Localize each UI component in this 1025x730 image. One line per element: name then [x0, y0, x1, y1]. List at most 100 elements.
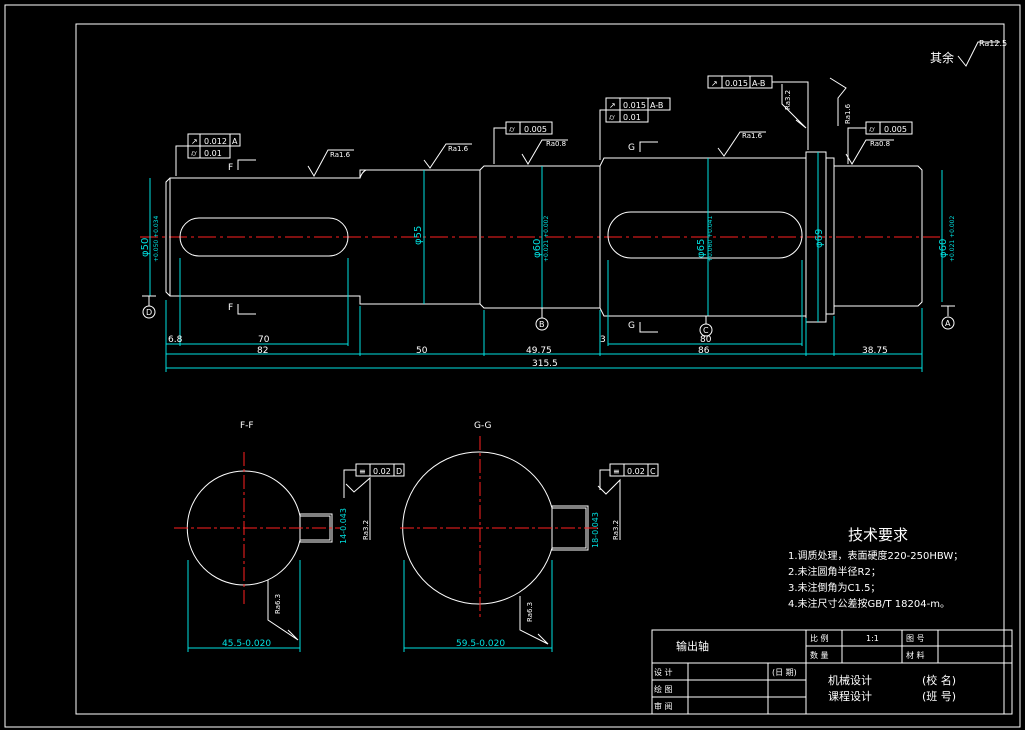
title-block: 输出轴 比 例 1:1 图 号 数 量 材 料 设 计 (日 期) 绘 图 审 … [651, 629, 1013, 715]
other-roughness-label: 其余 [930, 50, 954, 65]
draw-label: 绘 图 [654, 684, 673, 694]
dim-d69: φ69 [814, 229, 825, 248]
fcf-leader [599, 469, 610, 490]
cut-f-bottom: F [228, 303, 233, 313]
runout-icon: ↗ [191, 137, 198, 146]
ra-4: Ra1.6 [742, 132, 763, 140]
fcf5-l1: 0.005 [884, 125, 907, 134]
dim-l-4975: 49.75 [526, 346, 552, 356]
cad-viewport[interactable]: 其余 Ra12.5 φ50 +0.050 +0.034 φ55 φ60 +0.0… [0, 0, 1025, 730]
school-name: (校 名) [922, 673, 956, 687]
dim-l-3875: 38.75 [862, 346, 888, 356]
section-f-title: F-F [240, 421, 254, 431]
section-g-rough: Ra3.2 [612, 520, 620, 540]
section-g-g: G-G 18-0.043 59.5-0.020 ≡ 0.02 C Ra3.2 R… [400, 421, 659, 652]
scale-label: 比 例 [810, 633, 829, 643]
dim-d60r-tol: +0.021 +0.002 [949, 216, 956, 262]
ra-7: Ra0.8 [870, 140, 890, 148]
outer-border [4, 4, 1021, 728]
ra-5: Ra3.2 [784, 90, 792, 110]
tech-item-3: 3.未注倒角为C1.5； [788, 581, 880, 594]
fcf-leader [175, 145, 188, 176]
design-label: 设 计 [654, 667, 673, 677]
dim-l-82: 82 [257, 346, 268, 356]
fcf-leader [493, 127, 506, 164]
tech-item-1: 1.调质处理，表面硬度220-250HBW； [788, 549, 963, 562]
runout-icon-2: ↗ [609, 101, 616, 110]
section-f-rough2: Ra6.3 [274, 594, 282, 614]
cut-arrow [237, 159, 256, 170]
length-dimensions: 6.8 70 82 50 49.75 3 80 86 38.75 315.5 [165, 258, 923, 372]
fcf3-l1-ref: A-B [650, 101, 663, 110]
datum-d: D [146, 308, 152, 317]
quantity-label: 数 量 [810, 650, 829, 660]
section-g-datum: C [650, 467, 656, 476]
fcf2-l1: 0.005 [524, 125, 547, 134]
date-label: (日 期) [772, 668, 797, 677]
tech-title: 技术要求 [848, 526, 908, 544]
fcf1-l1-ref: A [232, 137, 238, 146]
cylindricity-icon-4: ⌭ [869, 125, 875, 134]
ra-1: Ra1.6 [330, 151, 351, 159]
cut-g-bottom: G [628, 321, 635, 331]
course-line1: 机械设计 [828, 673, 872, 687]
cylindricity-icon-3: ⌭ [609, 113, 615, 122]
section-f-keyway-dim: 14-0.043 [339, 508, 348, 544]
tech-requirements: 技术要求 1.调质处理，表面硬度220-250HBW； 2.未注圆角半径R2； … [788, 526, 963, 610]
class-name: (班 号) [922, 690, 956, 703]
dim-l-3: 3 [600, 335, 606, 345]
dim-d60r: φ60 [938, 239, 949, 258]
dim-l-chamfer: 6.8 [168, 335, 183, 345]
fcf1-l1: 0.012 [204, 137, 227, 146]
section-f-tol: 0.02 [373, 467, 391, 476]
course-line2: 课程设计 [828, 690, 872, 703]
drawing-sheet: 其余 Ra12.5 φ50 +0.050 +0.034 φ55 φ60 +0.0… [4, 4, 1021, 728]
dim-l-key2: 80 [700, 335, 712, 345]
dim-d-left-tol: +0.050 +0.034 [153, 216, 160, 262]
roughness-symbol [267, 580, 299, 641]
section-g-tol: 0.02 [627, 467, 645, 476]
cut-f-top: F [228, 163, 233, 173]
section-f-width-dim: 45.5-0.020 [222, 639, 271, 649]
dim-d60: φ60 [532, 239, 543, 258]
tech-item-4: 4.未注尺寸公差按GB/T 18204-m。 [788, 597, 950, 610]
ra-2: Ra1.6 [448, 145, 469, 153]
scale-value: 1:1 [866, 634, 879, 643]
dim-d55: φ55 [413, 226, 424, 245]
fcf-leader [847, 127, 866, 164]
dim-d-left: φ50 [140, 238, 151, 257]
section-f-f: F-F 14-0.043 45.5-0.020 ≡ 0.02 D Ra3.2 R… [174, 421, 405, 652]
runout-icon-3: ↗ [711, 79, 718, 88]
cut-arrow [639, 322, 658, 333]
cut-arrow [639, 141, 658, 152]
material-label: 材 料 [906, 650, 925, 660]
dim-d65-tol: +0.060 +0.041 [707, 216, 714, 262]
section-f-datum: D [396, 467, 402, 476]
dim-l-86: 86 [698, 346, 710, 356]
datum-b: B [539, 320, 545, 329]
section-g-title: G-G [474, 421, 492, 431]
datum-c: C [703, 326, 709, 335]
dim-l-key1: 70 [258, 335, 270, 345]
drawing-no-label: 图 号 [906, 634, 925, 643]
fcf4-l1: 0.015 [725, 79, 748, 88]
fcf3-l1: 0.015 [623, 101, 646, 110]
fcf4-l1-ref: A-B [752, 79, 765, 88]
dim-l-total: 315.5 [532, 359, 558, 369]
symmetry-icon: ≡ [359, 467, 366, 476]
dim-d60-tol: +0.021 +0.002 [543, 216, 550, 262]
fcf1-l2: 0.01 [204, 149, 222, 158]
cylindricity-icon-2: ⌭ [509, 125, 515, 134]
cylindricity-icon: ⌭ [191, 149, 197, 158]
dim-d65: φ65 [696, 239, 707, 258]
section-g-width-dim: 59.5-0.020 [456, 639, 505, 649]
fillet-1 [359, 169, 367, 179]
section-g-rough2: Ra6.3 [526, 602, 534, 622]
part-name: 输出轴 [676, 639, 709, 653]
ra-3: Ra0.8 [546, 140, 566, 148]
dim-l-50: 50 [416, 346, 428, 356]
fcf3-l2: 0.01 [623, 113, 641, 122]
tolerance-frames: ↗ ⌭ 0.012 A 0.01 ⌭ 0.005 ↗ ⌭ 0.015 A-B 0… [175, 75, 913, 176]
roughness-symbol [519, 596, 549, 645]
review-label: 审 阅 [654, 701, 673, 711]
